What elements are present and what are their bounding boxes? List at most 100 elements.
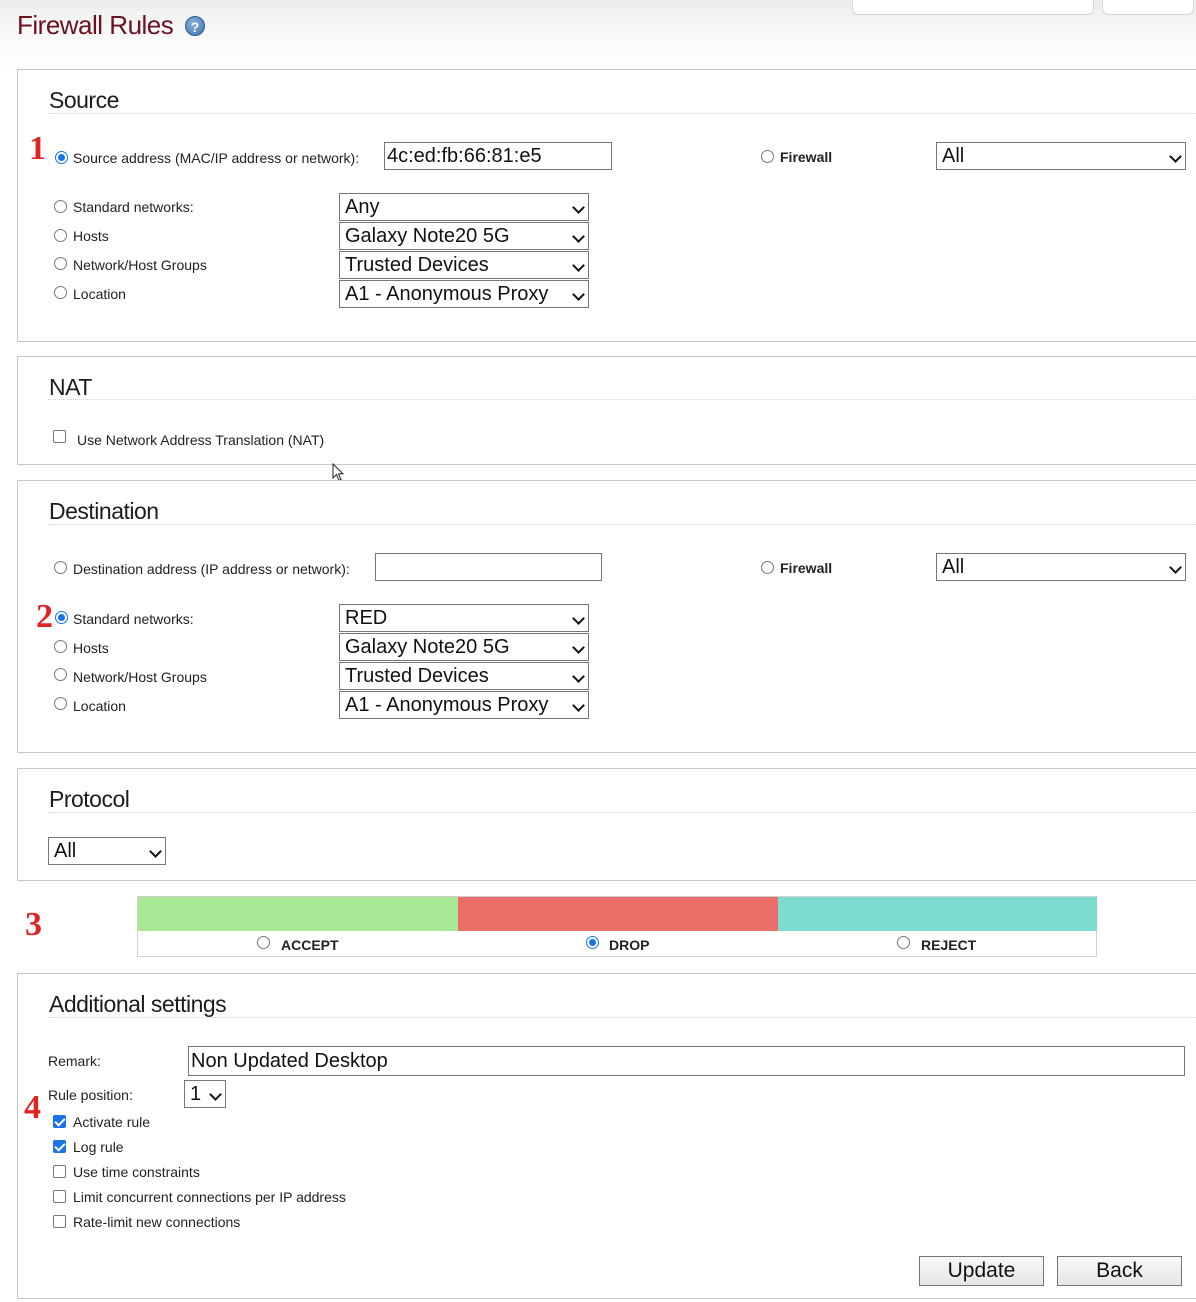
additional-settings-section: Additional settings Remark: Non Updated …	[17, 973, 1196, 1299]
source-hosts-select[interactable]: Galaxy Note20 5G	[339, 222, 589, 250]
chevron-down-icon	[572, 670, 585, 683]
destination-firewall-select[interactable]: All	[936, 553, 1186, 581]
source-groups-radio[interactable]	[54, 257, 67, 270]
select-value: All	[942, 145, 965, 167]
source-hosts-label: Hosts	[73, 228, 109, 244]
select-value: A1 - Anonymous Proxy	[345, 694, 549, 716]
source-location-radio[interactable]	[54, 286, 67, 299]
select-value: Any	[345, 196, 380, 218]
activate-rule-label: Activate rule	[73, 1114, 151, 1130]
destination-groups-label: Network/Host Groups	[73, 669, 207, 685]
time-constraints-checkbox[interactable]	[53, 1165, 66, 1178]
select-value: A1 - Anonymous Proxy	[345, 283, 549, 305]
back-button[interactable]: Back	[1057, 1256, 1182, 1286]
source-firewall-label: Firewall	[780, 149, 833, 165]
reject-radio[interactable]	[897, 936, 910, 949]
accept-label: ACCEPT	[281, 937, 339, 953]
time-constraints-label: Use time constraints	[73, 1164, 200, 1180]
nat-checkbox-label: Use Network Address Translation (NAT)	[77, 432, 325, 448]
destination-address-input[interactable]	[375, 553, 602, 581]
source-firewall-radio[interactable]	[761, 150, 774, 163]
chevron-down-icon	[209, 1088, 222, 1101]
limit-connections-checkbox[interactable]	[53, 1190, 66, 1203]
limit-connections-label: Limit concurrent connections per IP addr…	[73, 1189, 346, 1205]
protocol-section: Protocol All	[17, 768, 1196, 881]
question-mark-icon[interactable]: ?	[185, 16, 205, 36]
rule-action-bar: ACCEPT DROP REJECT	[137, 896, 1097, 957]
destination-standard-label: Standard networks:	[73, 611, 194, 627]
accept-radio[interactable]	[257, 936, 270, 949]
source-standard-radio[interactable]	[54, 200, 67, 213]
select-value: Galaxy Note20 5G	[345, 636, 510, 658]
nat-checkbox[interactable]	[53, 430, 66, 443]
source-title: Source	[49, 87, 119, 113]
destination-address-radio[interactable]	[54, 561, 67, 574]
remark-input[interactable]: Non Updated Desktop	[188, 1046, 1185, 1076]
divider	[48, 524, 1196, 525]
nat-title: NAT	[49, 374, 92, 400]
protocol-title: Protocol	[49, 786, 130, 812]
page-title: Firewall Rules	[17, 10, 174, 40]
divider	[48, 1017, 1196, 1018]
source-address-radio[interactable]	[55, 151, 68, 164]
source-groups-select[interactable]: Trusted Devices	[339, 251, 589, 279]
update-button[interactable]: Update	[919, 1256, 1044, 1286]
chevron-down-icon	[1169, 150, 1182, 163]
select-value: RED	[345, 607, 388, 629]
remark-label: Remark:	[48, 1053, 101, 1069]
source-address-label: Source address (MAC/IP address or networ…	[73, 150, 360, 166]
destination-hosts-select[interactable]: Galaxy Note20 5G	[339, 633, 589, 661]
rate-limit-checkbox[interactable]	[53, 1215, 66, 1228]
source-standard-select[interactable]: Any	[339, 193, 589, 221]
divider	[48, 113, 1196, 114]
source-hosts-radio[interactable]	[54, 229, 67, 242]
chevron-down-icon	[572, 259, 585, 272]
chevron-down-icon	[572, 288, 585, 301]
log-rule-checkbox[interactable]	[53, 1140, 66, 1153]
select-value: Trusted Devices	[345, 665, 489, 687]
destination-standard-select[interactable]: RED	[339, 604, 589, 632]
destination-hosts-radio[interactable]	[54, 640, 67, 653]
destination-location-select[interactable]: A1 - Anonymous Proxy	[339, 691, 589, 719]
accept-color-swatch	[138, 897, 458, 931]
divider	[48, 812, 1196, 813]
select-value: All	[54, 840, 77, 862]
select-value: Trusted Devices	[345, 254, 489, 276]
source-standard-label: Standard networks:	[73, 199, 194, 215]
font-size-picker[interactable]	[1102, 0, 1194, 15]
destination-firewall-radio[interactable]	[761, 561, 774, 574]
nat-section: NAT Use Network Address Translation (NAT…	[17, 356, 1196, 465]
source-location-select[interactable]: A1 - Anonymous Proxy	[339, 280, 589, 308]
destination-groups-radio[interactable]	[54, 668, 67, 681]
chevron-down-icon	[572, 201, 585, 214]
destination-location-radio[interactable]	[54, 697, 67, 710]
source-section: Source Source address (MAC/IP address or…	[17, 69, 1196, 342]
source-location-label: Location	[73, 286, 126, 302]
destination-groups-select[interactable]: Trusted Devices	[339, 662, 589, 690]
select-value: Galaxy Note20 5G	[345, 225, 510, 247]
protocol-select[interactable]: All	[48, 837, 166, 865]
destination-section: Destination Destination address (IP addr…	[17, 480, 1196, 753]
drop-radio[interactable]	[586, 936, 599, 949]
destination-address-label: Destination address (IP address or netwo…	[73, 561, 350, 577]
chevron-down-icon	[149, 845, 162, 858]
reject-label: REJECT	[921, 937, 977, 953]
chevron-down-icon	[1169, 561, 1182, 574]
source-groups-label: Network/Host Groups	[73, 257, 207, 273]
activate-rule-checkbox[interactable]	[53, 1115, 66, 1128]
destination-standard-radio[interactable]	[55, 611, 68, 624]
rule-position-label: Rule position:	[48, 1087, 133, 1103]
annotation-marker-1: 1	[29, 130, 46, 167]
source-firewall-select[interactable]: All	[936, 142, 1186, 170]
rule-position-select[interactable]: 1	[184, 1080, 226, 1108]
drop-label: DROP	[609, 937, 650, 953]
reject-color-swatch	[778, 897, 1097, 931]
chevron-down-icon	[572, 612, 585, 625]
divider	[48, 399, 1196, 400]
chevron-down-icon	[572, 641, 585, 654]
drop-color-swatch	[458, 897, 778, 931]
source-address-input[interactable]: 4c:ed:fb:66:81:e5	[384, 142, 612, 170]
destination-hosts-label: Hosts	[73, 640, 109, 656]
font-picker[interactable]	[852, 0, 1094, 15]
annotation-marker-3: 3	[25, 906, 42, 943]
